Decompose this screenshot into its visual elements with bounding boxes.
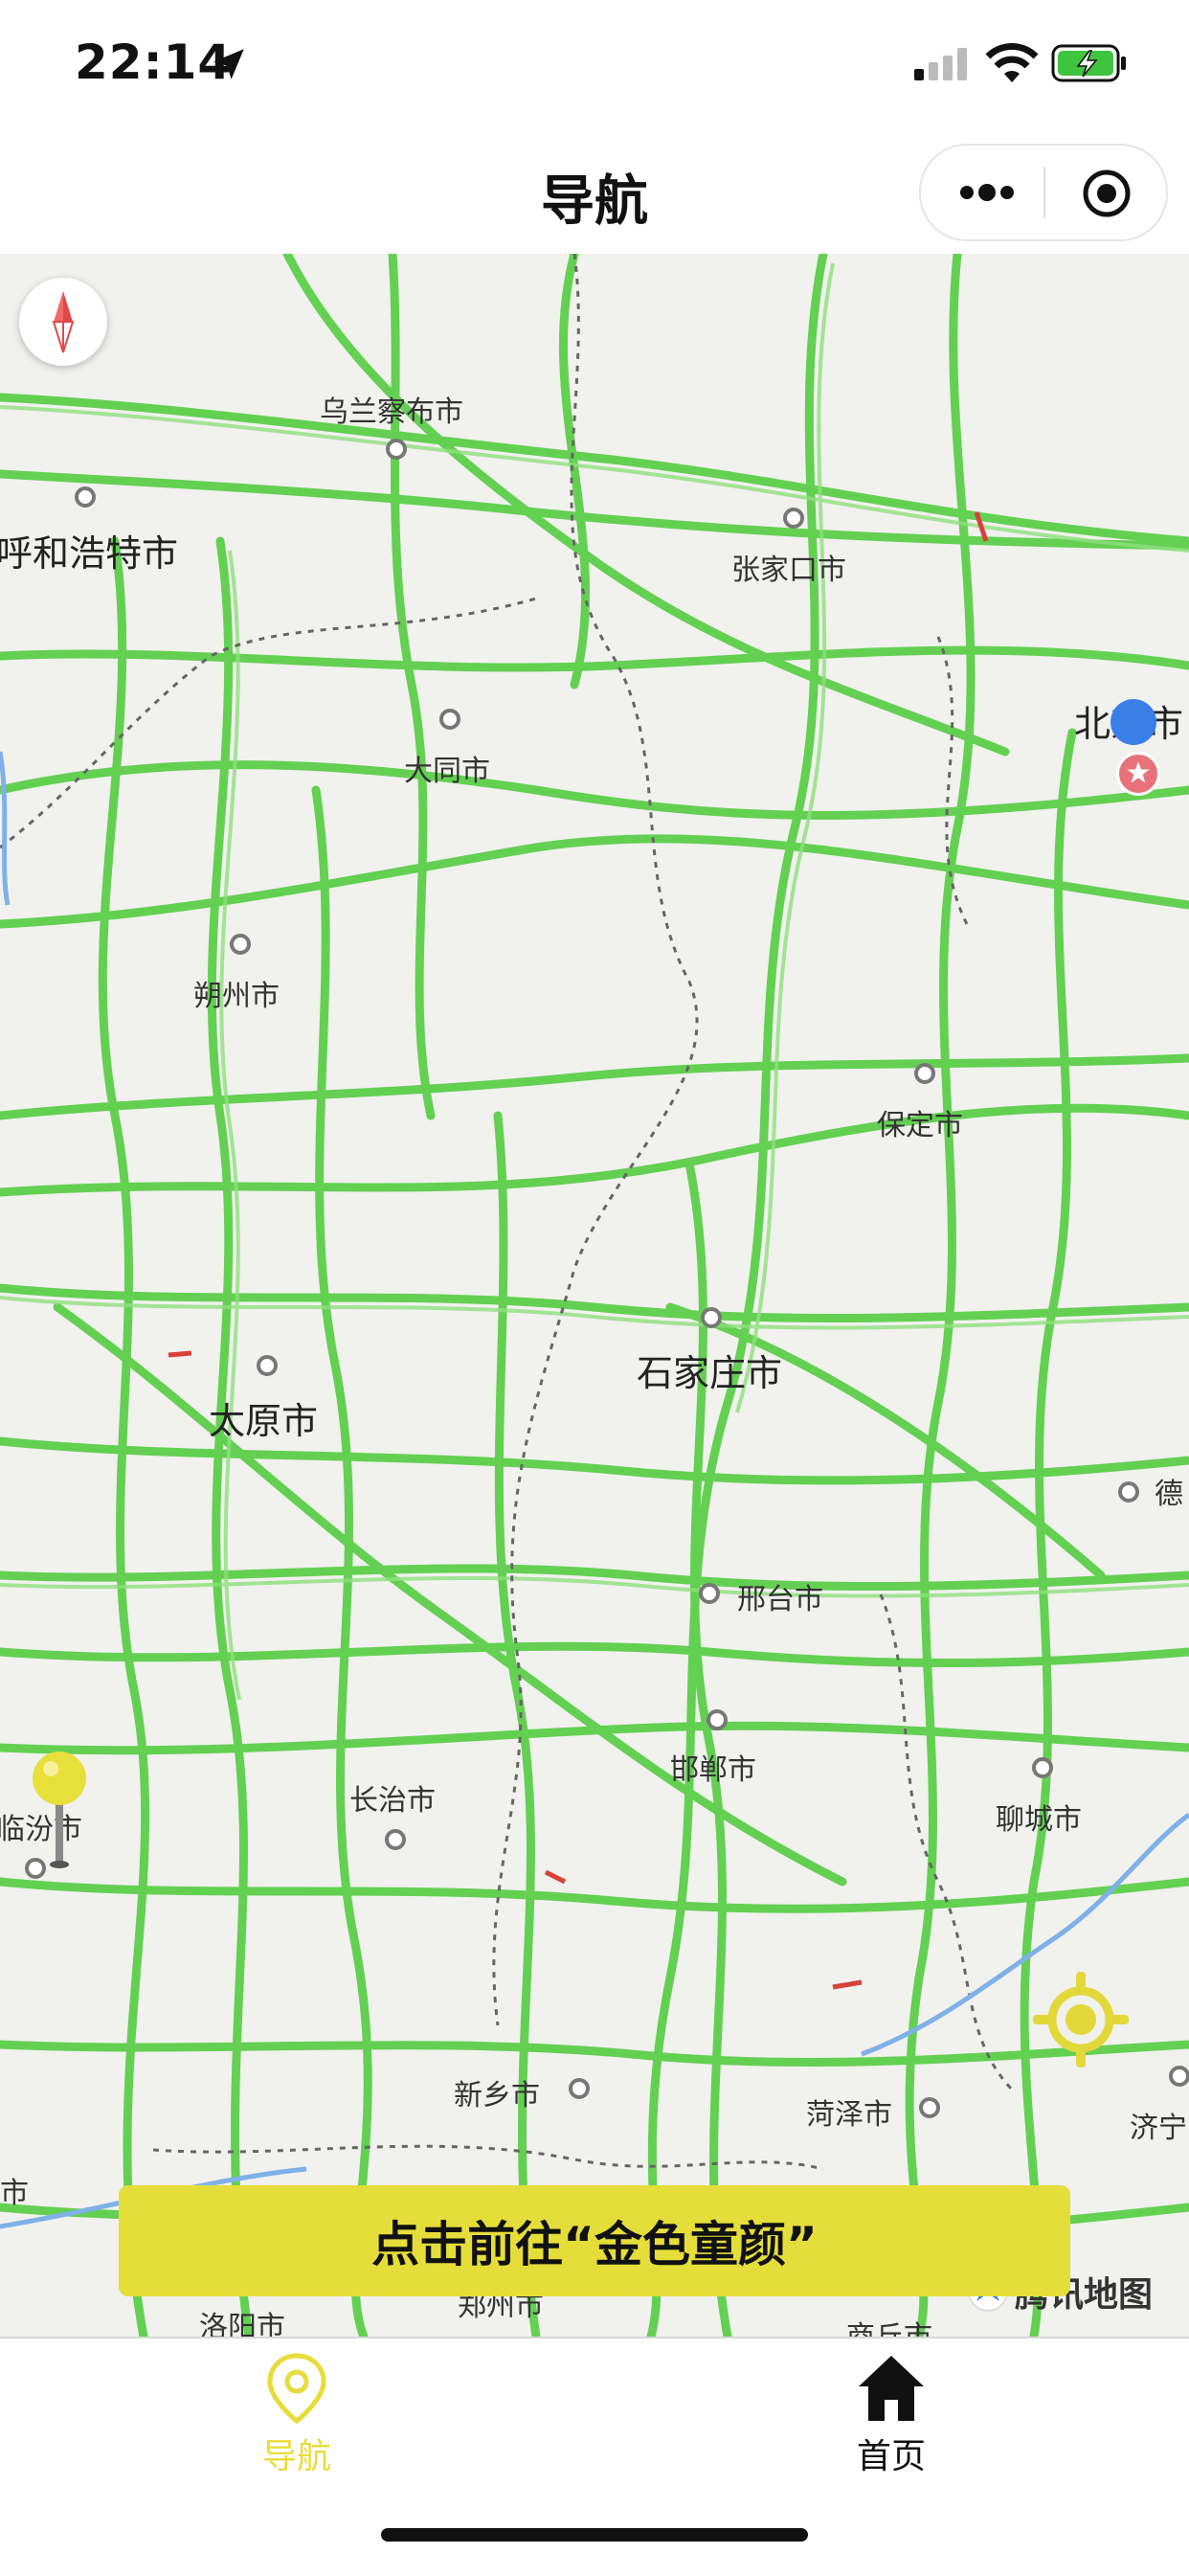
tab-navigation[interactable]: 导航: [182, 2350, 412, 2478]
city-marker: [1169, 2066, 1189, 2087]
city-marker: [439, 709, 460, 730]
city-label: 商丘市: [846, 2313, 932, 2337]
city-label: 张家口市: [731, 554, 846, 587]
city-marker: [914, 1063, 935, 1084]
city-label: 邯郸市: [670, 1753, 756, 1787]
city-marker: [386, 439, 407, 460]
city-marker: [385, 1829, 406, 1850]
home-icon: [859, 2356, 924, 2421]
city-label: 洛阳市: [199, 2311, 285, 2337]
city-label: 朔州市: [193, 980, 280, 1013]
city-label: 德: [1155, 1478, 1183, 1511]
go-to-destination-button[interactable]: 点击前往“金色童颜”: [119, 2185, 1070, 2296]
city-label: 邢台市: [737, 1583, 823, 1616]
city-marker: [1118, 1481, 1139, 1503]
city-marker: [1032, 1757, 1053, 1778]
city-marker: [230, 934, 251, 955]
battery-charging-icon: [1051, 44, 1126, 82]
tab-home-label: 首页: [856, 2437, 926, 2476]
city-label: 长治市: [349, 1784, 436, 1818]
more-options-icon[interactable]: [957, 178, 1017, 207]
road-network: [0, 254, 1189, 2337]
city-marker: [707, 1709, 728, 1730]
capital-star-icon: [1116, 752, 1160, 796]
city-marker: [699, 1583, 720, 1604]
city-label: 菏泽市: [806, 2098, 892, 2132]
location-arrow-icon: [213, 49, 244, 79]
city-label: 聊城市: [996, 1803, 1082, 1837]
city-label: 呼和浩特市: [0, 532, 179, 575]
go-to-destination-label: 点击前往“金色童颜”: [371, 2217, 818, 2272]
city-marker: [75, 486, 96, 508]
locate-target-icon[interactable]: [1029, 1968, 1133, 2071]
location-pin-icon: [267, 2353, 326, 2425]
tab-navigation-label: 导航: [261, 2437, 331, 2476]
tab-home[interactable]: 首页: [776, 2350, 1006, 2478]
city-marker: [783, 508, 804, 529]
compass-icon: [52, 291, 75, 353]
city-marker: [569, 2078, 590, 2099]
city-label: 济宁: [1130, 2112, 1187, 2145]
status-bar: 22:14: [0, 0, 1189, 129]
capsule-divider: [1043, 167, 1045, 218]
close-mini-program-icon[interactable]: [1081, 168, 1133, 219]
city-label: 大同市: [404, 755, 490, 788]
home-indicator: [381, 2528, 808, 2542]
destination-pin-icon[interactable]: [31, 1748, 88, 1872]
city-label: 新乡市: [454, 2079, 540, 2113]
city-label: 石家庄市: [637, 1352, 783, 1394]
navigation-bar: 导航: [0, 129, 1189, 254]
wifi-icon: [985, 43, 1039, 82]
city-marker: [257, 1355, 278, 1376]
mini-program-capsule: [919, 144, 1168, 241]
city-label: 保定市: [877, 1109, 963, 1142]
city-marker: [919, 2097, 940, 2118]
city-label: 太原市: [209, 1400, 319, 1442]
city-marker: [701, 1307, 722, 1328]
compass-button[interactable]: [19, 278, 107, 366]
current-location-dot: [1110, 699, 1156, 745]
map-view[interactable]: 乌兰察布市 呼和浩特市 张家口市 北京市 大同市 朔州市 保定市 石家庄市 太原…: [0, 254, 1189, 2337]
city-label: 乌兰察布市: [320, 395, 463, 429]
cellular-signal-icon: [914, 48, 967, 80]
city-label: 市: [0, 2177, 29, 2210]
